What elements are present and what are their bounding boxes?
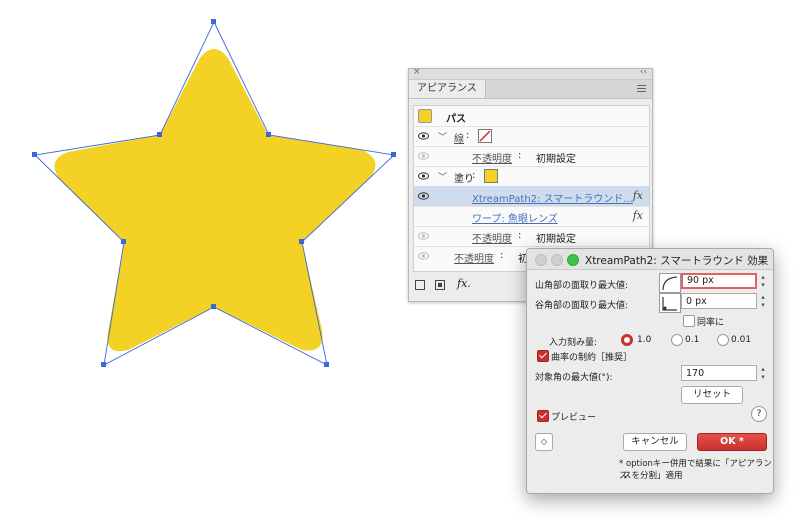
visibility-eye-icon[interactable] [418,172,429,180]
step-label: 入力刻み量: [549,338,598,348]
anchor-point[interactable] [266,132,271,137]
fx-icon[interactable]: fx [633,189,643,202]
panel-title-bar[interactable]: × ‹‹ [409,67,652,80]
chevron-down-icon[interactable]: ﹀ [438,170,447,183]
mountain-corner-input[interactable]: 90 px [681,273,757,289]
panel-tab-row: アピアランス [409,80,652,99]
mountain-corner-label: 山角部の面取り最大値: [535,281,629,291]
valley-stepper-icon[interactable]: ▴ ▾ [759,293,767,309]
anchor-point[interactable] [391,152,396,157]
list-item-effect-warp[interactable]: ワープ: 魚眼レンズ fx [414,206,649,227]
curvature-label: 曲率の制約［推奨］ [551,353,633,363]
same-rate-checkbox[interactable] [683,315,695,327]
anchor-point[interactable] [211,19,216,24]
list-item-fill-opacity[interactable]: 不透明度 : 初期設定 [414,226,649,247]
list-item-effect-smart-round[interactable]: XtreamPath2: スマートラウンド... fx [414,186,649,207]
visibility-eye-icon[interactable] [418,152,429,160]
visibility-eye-icon[interactable] [418,132,429,140]
add-effect-fx-icon[interactable]: fx. [457,277,471,290]
stroke-label[interactable]: 線 [454,130,464,145]
opacity-label[interactable]: 不透明度 [454,250,494,265]
opacity-label[interactable]: 不透明度 [472,230,512,245]
visibility-eye-icon[interactable] [418,192,429,200]
anchor-point[interactable] [157,132,162,137]
help-button[interactable]: ? [751,406,767,422]
stroke-colon: : [466,130,470,141]
step-option-label: 1.0 [637,335,652,345]
valley-corner-input[interactable]: 0 px [681,293,757,309]
step-radio-1[interactable] [621,334,633,346]
add-stroke-icon[interactable] [415,280,425,290]
effect-smart-round-link[interactable]: XtreamPath2: スマートラウンド... [472,190,633,205]
opacity-value: 初期設定 [536,234,576,245]
max-angle-label: 対象角の最大値(°): [535,373,613,383]
smart-round-effect-dialog: XtreamPath2: スマートラウンド 効果 山角部の面取り最大値: 90 … [526,248,774,494]
path-thumbnail-icon [418,109,432,123]
fill-label[interactable]: 塗り [454,170,474,185]
anchor-point[interactable] [121,239,126,244]
stroke-none-swatch-icon[interactable] [478,129,492,143]
cancel-button[interactable]: キャンセル [623,433,687,451]
opacity-value: 初期設定 [536,154,576,165]
anchor-point[interactable] [211,304,216,309]
opacity-colon: : [518,150,522,161]
anchor-point[interactable] [299,239,304,244]
opacity-colon: : [518,230,522,241]
fill-color-swatch-icon[interactable] [484,169,498,183]
max-angle-input[interactable]: 170 [681,365,757,381]
dialog-title: XtreamPath2: スマートラウンド 効果 [585,255,769,267]
effect-warp-link[interactable]: ワープ: 魚眼レンズ [472,210,558,225]
anchor-point[interactable] [32,152,37,157]
list-item-stroke[interactable]: ﹀ 線 : [414,126,649,147]
step-option-label: 0.01 [731,335,752,345]
concave-corner-icon [659,293,681,313]
presets-stepper-button[interactable]: ◇ [535,433,553,451]
preview-checkbox[interactable] [537,410,549,422]
minimize-window-icon[interactable] [551,254,563,266]
anchor-point[interactable] [324,362,329,367]
appearance-list: パス ﹀ 線 : 不透明度 : 初期設定 ﹀ 塗り : XtreamPath2:… [413,105,650,272]
step-radio-3[interactable] [717,334,729,346]
panel-menu-icon[interactable] [637,83,646,93]
list-item-stroke-opacity[interactable]: 不透明度 : 初期設定 [414,146,649,167]
preview-label: プレビュー [551,413,597,423]
reset-button[interactable]: リセット [681,386,743,404]
close-window-icon[interactable] [535,254,547,266]
anchor-point[interactable] [101,362,106,367]
max-angle-stepper-icon[interactable]: ▴ ▾ [759,365,767,381]
list-item-fill[interactable]: ﹀ 塗り : [414,166,649,187]
chevron-down-icon[interactable]: ﹀ [438,130,447,143]
valley-corner-label: 谷角部の面取り最大値: [535,301,629,311]
path-label: パス [446,114,466,125]
curvature-checkbox[interactable] [537,350,549,362]
tab-appearance[interactable]: アピアランス [409,80,486,98]
step-option-label: 0.1 [685,335,700,345]
fx-icon[interactable]: fx [633,209,643,222]
collapse-icon[interactable]: ‹‹ [640,67,647,77]
artboard-canvas[interactable] [0,0,400,529]
opacity-colon: : [500,250,504,261]
add-fill-icon[interactable] [435,280,445,290]
mountain-stepper-icon[interactable]: ▴ ▾ [759,273,767,289]
step-radio-2[interactable] [671,334,683,346]
visibility-eye-icon[interactable] [418,252,429,260]
opacity-label[interactable]: 不透明度 [472,150,512,165]
convex-corner-icon [659,273,681,293]
list-item-path[interactable]: パス [414,106,649,127]
dialog-title-bar[interactable]: XtreamPath2: スマートラウンド 効果 [527,249,773,270]
visibility-eye-icon[interactable] [418,232,429,240]
note-line-2: スを分割」適用 [623,471,683,481]
same-rate-label: 同率に [697,318,725,328]
zoom-window-icon[interactable] [567,254,579,266]
close-icon[interactable]: × [413,67,421,77]
ok-button[interactable]: OK * [697,433,767,451]
fill-colon: : [472,170,476,181]
